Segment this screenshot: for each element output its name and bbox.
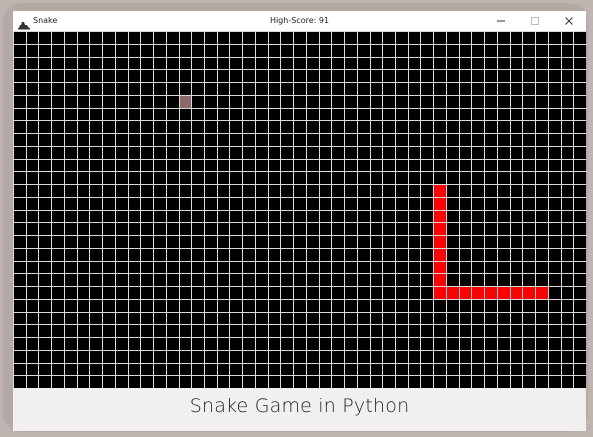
snake-segment bbox=[434, 274, 446, 286]
image-frame: Snake High-Score: 91 Snake Game in Pytho… bbox=[3, 3, 588, 432]
snake-segment bbox=[511, 287, 522, 299]
game-board bbox=[13, 31, 586, 388]
snake-segment bbox=[498, 287, 510, 299]
snake-head bbox=[434, 185, 446, 197]
snake-segment bbox=[434, 249, 446, 261]
close-button[interactable] bbox=[554, 12, 584, 30]
snake-segment bbox=[434, 236, 446, 248]
caption-text: Snake Game in Python bbox=[189, 395, 410, 417]
minimize-icon bbox=[496, 16, 506, 26]
board-background bbox=[13, 31, 586, 388]
snake-segment bbox=[523, 287, 535, 299]
maximize-button[interactable] bbox=[520, 12, 550, 30]
snake-segment bbox=[460, 287, 471, 299]
snake-segment bbox=[472, 287, 484, 299]
game-window: Snake High-Score: 91 Snake Game in Pytho… bbox=[13, 11, 586, 431]
snake-segment bbox=[536, 287, 548, 299]
minimize-button[interactable] bbox=[486, 12, 516, 30]
snake-segment bbox=[434, 211, 446, 222]
close-icon bbox=[564, 16, 574, 26]
title-bar[interactable]: Snake High-Score: 91 bbox=[13, 11, 586, 32]
food-cell bbox=[180, 96, 191, 108]
snake-segment bbox=[434, 223, 446, 235]
snake-segment bbox=[447, 287, 459, 299]
snake-segment bbox=[434, 262, 446, 273]
caption-area: Snake Game in Python bbox=[13, 388, 586, 431]
snake-segment bbox=[434, 287, 446, 299]
snake-segment bbox=[434, 198, 446, 210]
maximize-icon bbox=[530, 16, 540, 26]
snake-segment bbox=[485, 287, 497, 299]
